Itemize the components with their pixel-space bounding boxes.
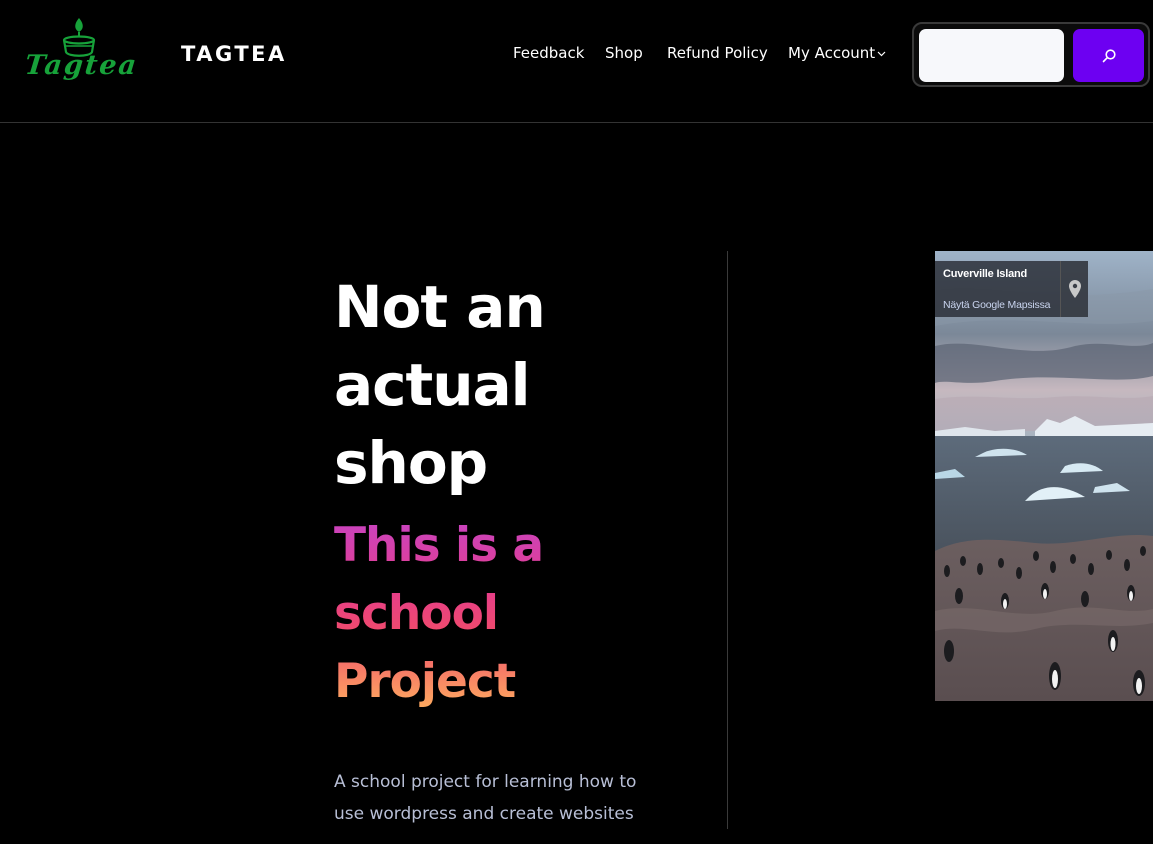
street-view-image: [935, 251, 1153, 701]
nav-item-refund-policy[interactable]: Refund Policy: [667, 44, 768, 62]
site-header: Tagtea TAGTEA Feedback Shop Refund Polic…: [0, 0, 1153, 123]
street-view-embed[interactable]: Cuverville Island Näytä Google Mapsissa: [935, 251, 1153, 701]
gradient-heading-line: This is a: [334, 518, 544, 573]
search-form: [912, 22, 1150, 87]
map-info-card: Cuverville Island Näytä Google Mapsissa: [935, 261, 1060, 317]
hero-heading-line: shop: [334, 429, 488, 497]
nav-item-my-account[interactable]: My Account: [788, 44, 886, 62]
gradient-heading-line: Project: [334, 654, 516, 709]
hero-gradient-heading: This is a school Project: [334, 512, 664, 716]
site-title[interactable]: TAGTEA: [181, 42, 287, 66]
hero-heading-line: Not an: [334, 273, 546, 341]
search-icon: [1102, 48, 1116, 62]
map-pin-button[interactable]: [1060, 261, 1088, 317]
map-place-name: Cuverville Island: [943, 268, 1028, 280]
nav-item-feedback[interactable]: Feedback: [513, 44, 584, 62]
hero-heading-line: actual: [334, 351, 531, 419]
hero-subtitle: A school project for learning how to use…: [334, 772, 637, 824]
nav-item-shop[interactable]: Shop: [605, 44, 643, 62]
vertical-divider: [727, 251, 728, 829]
chevron-down-icon: [877, 49, 886, 60]
view-in-google-maps-link[interactable]: Näytä Google Mapsissa: [943, 299, 1050, 311]
search-button[interactable]: [1073, 29, 1144, 82]
map-pin-icon: [1068, 280, 1081, 298]
gradient-heading-line: school: [334, 586, 498, 641]
hero-heading: Not an actual shop: [334, 268, 664, 502]
site-logo[interactable]: Tagtea: [22, 16, 140, 92]
logo-text: Tagtea: [23, 50, 140, 81]
nav-item-my-account-label: My Account: [788, 44, 876, 62]
search-input[interactable]: [919, 29, 1064, 82]
